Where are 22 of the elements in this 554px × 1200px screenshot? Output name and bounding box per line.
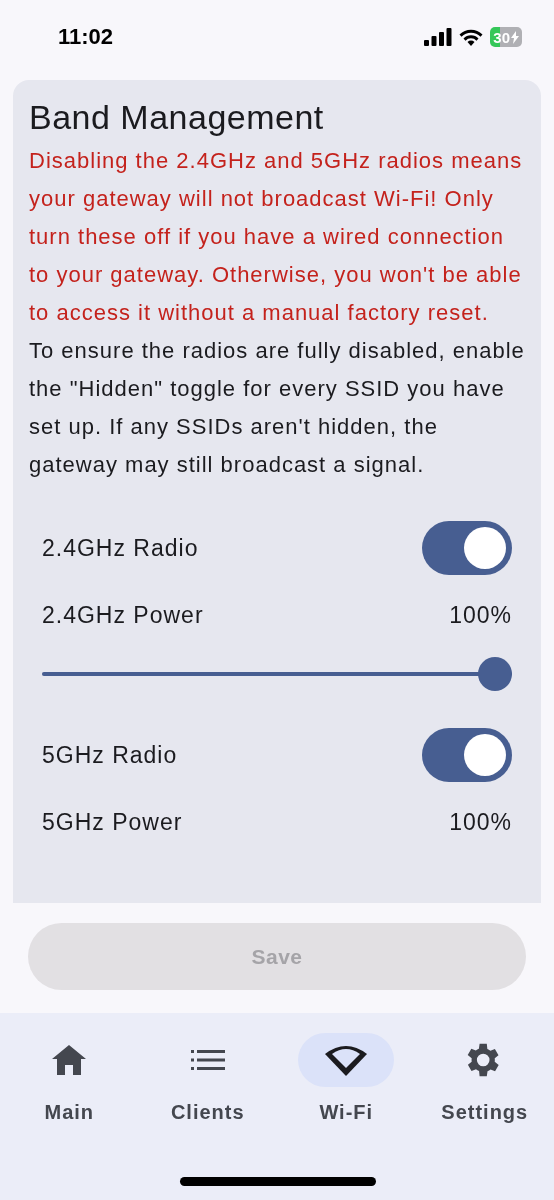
slider-handle[interactable] [478,657,512,691]
setting-label: 2.4GHz Power [42,601,204,629]
clock-time: 11:02 [58,24,114,50]
list-icon [190,1050,225,1070]
power-value: 100% [449,808,512,836]
warning-text: Disabling the 2.4GHz and 5GHz radios means your gateway will not broadcast Wi-Fi! Only turn these off if you have a wired connection to your gateway. Otherwise, you won't be able to access it without a manual factory reset. [29,147,524,327]
nav-tab[interactable]: Wi-Fi [277,1033,416,1124]
setting-label: 5GHz Radio [42,741,178,769]
signal-icon [424,28,453,46]
nav-tab[interactable]: Settings [415,1033,554,1124]
nav-tab[interactable]: Main [0,1033,139,1124]
setting-label: 5GHz Power [42,808,183,836]
setting-label: 2.4GHz Radio [42,534,199,562]
info-text: To ensure the radios are fully disabled, enable the "Hidden" toggle for every SSID you have set up. If any SSIDs aren't hidden, the gateway may still broadcast a signal. [29,337,525,479]
wifi-icon [459,28,484,46]
nav-tab[interactable]: Clients [138,1033,277,1124]
home-icon [52,1045,87,1075]
power-value: 100% [449,601,512,629]
wifi-icon [325,1044,368,1076]
toggle-switch[interactable] [422,521,512,575]
toggle-switch[interactable] [422,728,512,782]
section-title: Band Management [29,97,325,138]
